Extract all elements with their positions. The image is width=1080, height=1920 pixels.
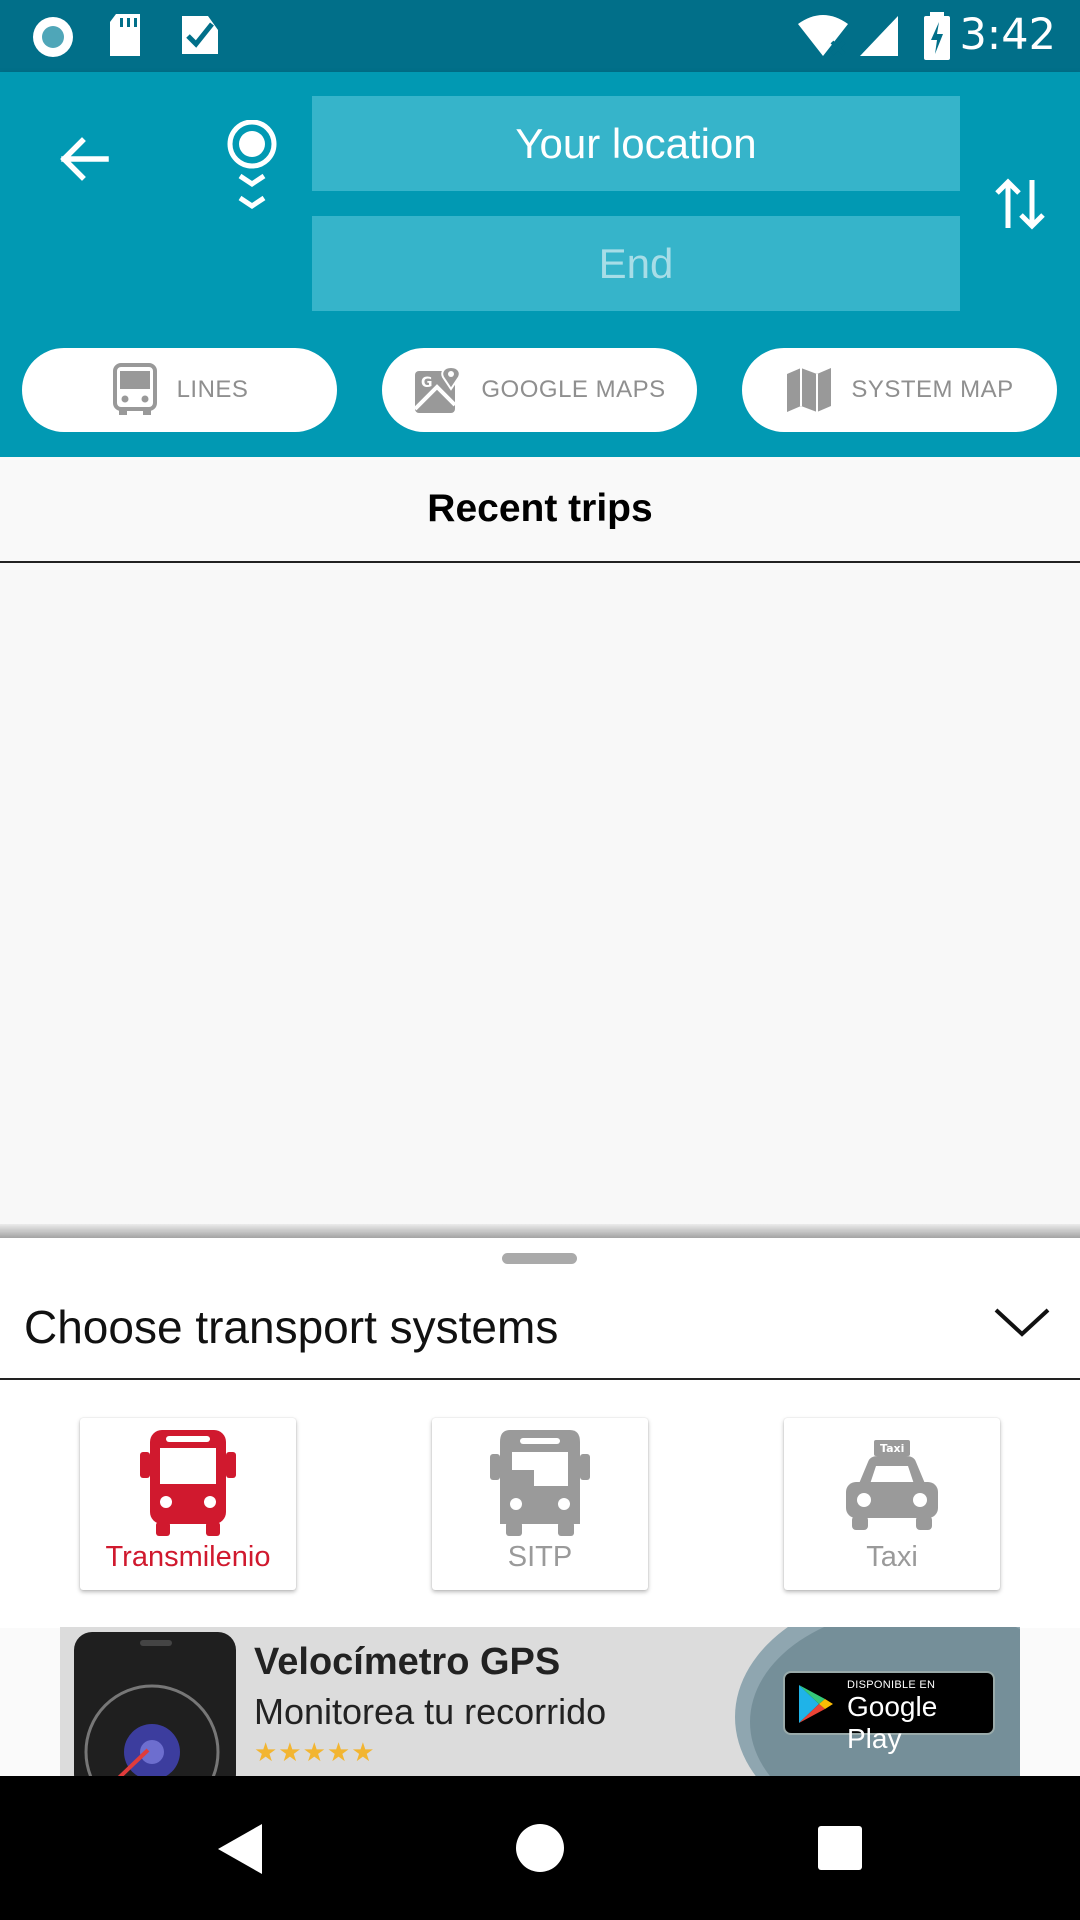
end-location-field[interactable]: End [312, 216, 960, 311]
transport-sheet-title: Choose transport systems [24, 1301, 559, 1353]
status-bar: 3:42 [0, 0, 1080, 72]
transport-card-sitp[interactable]: SITP [432, 1418, 648, 1590]
system-map-button[interactable]: SYSTEM MAP [742, 348, 1057, 432]
sheet-shadow [0, 1224, 1080, 1238]
recents-square-icon[interactable] [816, 1824, 864, 1872]
swap-vertical-icon[interactable] [994, 176, 1046, 232]
google-maps-button[interactable]: G GOOGLE MAPS [382, 348, 697, 432]
google-play-icon [799, 1685, 833, 1723]
recent-trips-title: Recent trips [427, 487, 653, 530]
google-play-badge[interactable]: DISPONIBLE EN Google Play [783, 1671, 995, 1754]
start-location-field[interactable]: Your location [312, 96, 960, 191]
route-header: Your location End LINES G GOOGLE MAPS SY… [0, 72, 1080, 457]
sheet-drag-handle[interactable] [502, 1253, 577, 1264]
svg-text:Taxi: Taxi [880, 1442, 904, 1455]
status-time: 3:42 [959, 10, 1056, 60]
task-check-icon [182, 16, 218, 54]
lines-button[interactable]: LINES [22, 348, 337, 432]
home-circle-icon[interactable] [514, 1822, 566, 1874]
google-maps-icon: G [413, 365, 462, 413]
transport-label-sitp: SITP [507, 1541, 573, 1573]
google-maps-label: GOOGLE MAPS [481, 376, 666, 403]
chevron-down-icon[interactable] [992, 1302, 1052, 1342]
transport-label-taxi: Taxi [866, 1541, 918, 1573]
back-triangle-icon[interactable] [214, 1822, 264, 1876]
recent-trips-list[interactable] [0, 563, 1080, 1231]
bus-icon [490, 1430, 590, 1536]
system-nav-bar [0, 1776, 1080, 1920]
battery-charging-icon [924, 12, 950, 60]
recent-trips-header: Recent trips [0, 457, 1080, 563]
route-points-icon [227, 120, 277, 210]
lines-label: LINES [176, 376, 249, 403]
bus-icon [140, 1430, 236, 1536]
folded-map-icon [787, 368, 832, 412]
circle-app-icon [33, 17, 73, 57]
svg-text:G: G [421, 375, 433, 391]
wifi-icon [798, 15, 848, 56]
bus-front-icon [112, 363, 157, 415]
signal-icon [860, 16, 898, 56]
system-map-label: SYSTEM MAP [851, 376, 1014, 403]
arrow-left-icon[interactable] [56, 132, 110, 186]
play-badge-title: Google Play [847, 1691, 938, 1754]
transport-sheet-header[interactable]: Choose transport systems [0, 1270, 1080, 1380]
sd-card-icon [110, 14, 140, 56]
transport-card-taxi[interactable]: Taxi Taxi [784, 1418, 1000, 1590]
speedometer-phone-icon [74, 1632, 236, 1777]
ad-subtitle: Monitorea tu recorrido [254, 1691, 607, 1732]
transport-card-transmilenio[interactable]: Transmilenio [80, 1418, 296, 1590]
ad-rating-stars: ★★★★★ [254, 1737, 376, 1767]
taxi-icon: Taxi [846, 1440, 938, 1530]
ad-title: Velocímetro GPS [254, 1641, 561, 1683]
transport-label-transmilenio: Transmilenio [105, 1541, 271, 1573]
play-badge-caption: DISPONIBLE EN [847, 1679, 936, 1691]
ad-banner[interactable]: Velocímetro GPS Monitorea tu recorrido ★… [60, 1627, 1020, 1777]
